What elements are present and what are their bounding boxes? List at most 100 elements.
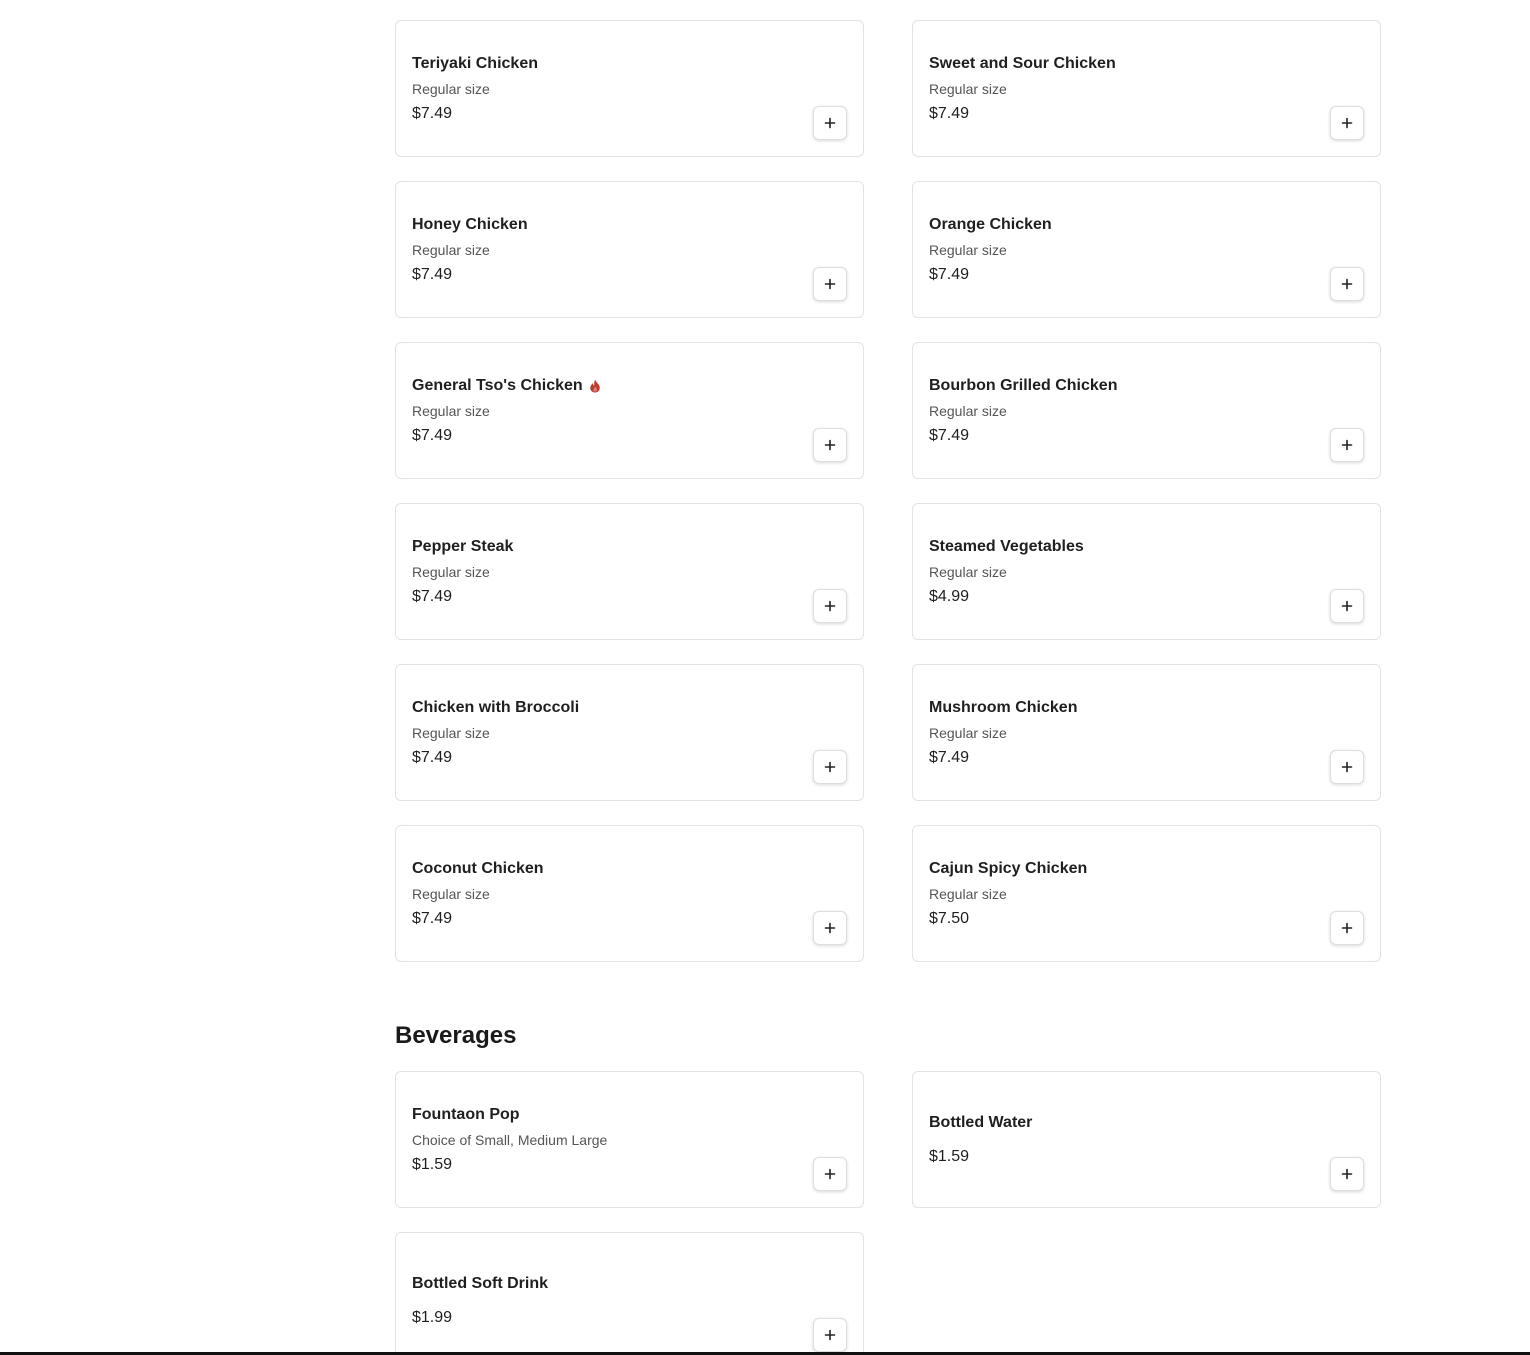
plus-icon [824, 761, 836, 773]
menu-item-card[interactable]: Coconut Chicken Regular size $7.49 [395, 825, 864, 962]
menu-item-info: Orange Chicken Regular size $7.49 [929, 182, 1310, 317]
plus-icon [824, 117, 836, 129]
menu-item-description: Regular size [412, 724, 490, 741]
menu-item-card[interactable]: Chicken with Broccoli Regular size $7.49 [395, 664, 864, 801]
add-to-cart-button[interactable] [813, 1318, 847, 1352]
menu-item-price: $4.99 [929, 587, 970, 605]
menu-item-name: Pepper Steak [412, 537, 514, 555]
menu-item-card[interactable]: Fountaon Pop Choice of Small, Medium Larg… [395, 1071, 864, 1208]
menu-item-card[interactable]: Teriyaki Chicken Regular size $7.49 [395, 20, 864, 157]
menu-item-description: Regular size [929, 241, 1007, 258]
add-to-cart-button[interactable] [1330, 1157, 1364, 1191]
menu-item-info: Bottled Water $1.59 [929, 1072, 1310, 1207]
menu-item-info: Bourbon Grilled Chicken Regular size $7.49 [929, 343, 1310, 478]
menu-item-name: Sweet and Sour Chicken [929, 54, 1116, 72]
menu-item-price: $7.49 [412, 587, 453, 605]
add-to-cart-button[interactable] [813, 1157, 847, 1191]
plus-icon [824, 600, 836, 612]
menu-item-card[interactable]: Orange Chicken Regular size $7.49 [912, 181, 1381, 318]
add-to-cart-button[interactable] [813, 428, 847, 462]
add-to-cart-button[interactable] [1330, 106, 1364, 140]
menu-item-name: Bourbon Grilled Chicken [929, 376, 1118, 394]
menu-item-info: Bottled Soft Drink $1.99 [412, 1233, 793, 1355]
add-to-cart-button[interactable] [813, 589, 847, 623]
menu-item-price: $7.49 [929, 748, 970, 766]
add-to-cart-button[interactable] [813, 267, 847, 301]
menu-item-card[interactable]: Bottled Water $1.59 [912, 1071, 1381, 1208]
menu-item-name: Coconut Chicken [412, 859, 544, 877]
menu-item-name: Steamed Vegetables [929, 537, 1084, 555]
section-title-beverages: Beverages [395, 1022, 517, 1049]
plus-icon [824, 439, 836, 451]
menu-item-name: Chicken with Broccoli [412, 698, 580, 716]
menu-item-info: Coconut Chicken Regular size $7.49 [412, 826, 793, 961]
menu-item-name: Fountaon Pop [412, 1105, 520, 1123]
menu-item-price: $1.59 [412, 1155, 453, 1173]
menu-item-name-row: Honey Chicken [412, 215, 793, 235]
menu-item-price: $1.99 [412, 1308, 453, 1326]
plus-icon [1341, 761, 1353, 773]
menu-item-name-row: Coconut Chicken [412, 859, 793, 879]
menu-item-card[interactable]: Bottled Soft Drink $1.99 [395, 1232, 864, 1355]
menu-item-card[interactable]: General Tso's Chicken Regular size $7.49 [395, 342, 864, 479]
menu-item-name-row: General Tso's Chicken [412, 376, 793, 396]
add-to-cart-button[interactable] [1330, 750, 1364, 784]
add-to-cart-button[interactable] [813, 106, 847, 140]
add-to-cart-button[interactable] [1330, 589, 1364, 623]
menu-item-price: $7.49 [412, 909, 453, 927]
menu-item-card[interactable]: Cajun Spicy Chicken Regular size $7.50 [912, 825, 1381, 962]
menu-item-description: Regular size [929, 724, 1007, 741]
menu-item-card[interactable]: Bourbon Grilled Chicken Regular size $7.49 [912, 342, 1381, 479]
menu-item-name-row: Mushroom Chicken [929, 698, 1310, 718]
menu-item-price: $1.59 [929, 1147, 970, 1165]
flame-icon [589, 379, 601, 393]
menu-item-description: Choice of Small, Medium Large [412, 1131, 608, 1148]
menu-item-info: Sweet and Sour Chicken Regular size $7.49 [929, 21, 1310, 156]
menu-item-name-row: Cajun Spicy Chicken [929, 859, 1310, 879]
menu-item-info: General Tso's Chicken Regular size $7.49 [412, 343, 793, 478]
menu-item-price: $7.49 [412, 104, 453, 122]
menu-item-name: Honey Chicken [412, 215, 528, 233]
menu-item-info: Chicken with Broccoli Regular size $7.49 [412, 665, 793, 800]
menu-item-name-row: Bottled Water [929, 1113, 1310, 1133]
plus-icon [824, 922, 836, 934]
menu-item-description: Regular size [412, 563, 490, 580]
add-to-cart-button[interactable] [813, 750, 847, 784]
menu-item-description: Regular size [929, 563, 1007, 580]
menu-item-name-row: Fountaon Pop [412, 1105, 793, 1125]
menu-item-name: Teriyaki Chicken [412, 54, 538, 72]
menu-item-description: Regular size [412, 241, 490, 258]
menu-item-info: Fountaon Pop Choice of Small, Medium Larg… [412, 1072, 793, 1207]
menu-item-card[interactable]: Steamed Vegetables Regular size $4.99 [912, 503, 1381, 640]
menu-item-card[interactable]: Pepper Steak Regular size $7.49 [395, 503, 864, 640]
menu-item-card[interactable]: Sweet and Sour Chicken Regular size $7.49 [912, 20, 1381, 157]
menu-item-price: $7.49 [412, 748, 453, 766]
menu-item-name: Cajun Spicy Chicken [929, 859, 1088, 877]
add-to-cart-button[interactable] [1330, 428, 1364, 462]
menu-item-name-row: Bourbon Grilled Chicken [929, 376, 1310, 396]
menu-item-name-row: Orange Chicken [929, 215, 1310, 235]
menu-item-name-row: Steamed Vegetables [929, 537, 1310, 557]
plus-icon [1341, 439, 1353, 451]
menu-item-name: Bottled Soft Drink [412, 1274, 548, 1292]
add-to-cart-button[interactable] [1330, 911, 1364, 945]
menu-item-name-row: Pepper Steak [412, 537, 793, 557]
menu-item-card[interactable]: Mushroom Chicken Regular size $7.49 [912, 664, 1381, 801]
menu-item-name-row: Sweet and Sour Chicken [929, 54, 1310, 74]
add-to-cart-button[interactable] [813, 911, 847, 945]
menu-item-description: Regular size [929, 402, 1007, 419]
add-to-cart-button[interactable] [1330, 267, 1364, 301]
menu-item-price: $7.49 [929, 104, 970, 122]
plus-icon [1341, 117, 1353, 129]
menu-item-name-row: Teriyaki Chicken [412, 54, 793, 74]
menu-item-description: Regular size [929, 885, 1007, 902]
menu-item-card[interactable]: Honey Chicken Regular size $7.49 [395, 181, 864, 318]
beverages-grid: Fountaon Pop Choice of Small, Medium Larg… [395, 1071, 1381, 1355]
menu-item-info: Teriyaki Chicken Regular size $7.49 [412, 21, 793, 156]
menu-items-grid: Teriyaki Chicken Regular size $7.49 Sweet a… [395, 20, 1381, 962]
menu-item-price: $7.49 [412, 426, 453, 444]
menu-item-name: Bottled Water [929, 1113, 1033, 1131]
menu-item-description: Regular size [929, 80, 1007, 97]
menu-item-name: Orange Chicken [929, 215, 1052, 233]
plus-icon [1341, 922, 1353, 934]
